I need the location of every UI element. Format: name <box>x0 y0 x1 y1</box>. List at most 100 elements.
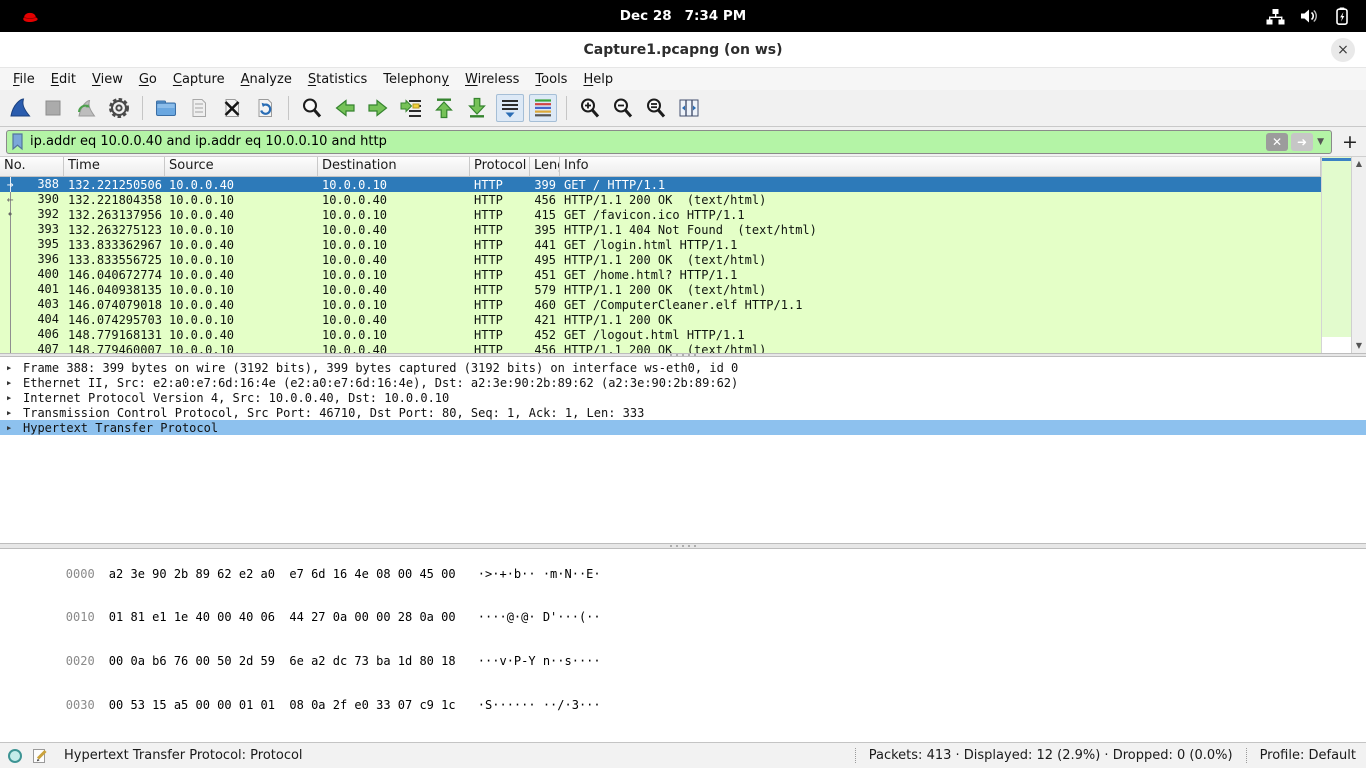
column-header[interactable]: No. <box>0 157 64 176</box>
detail-row[interactable]: ▶ Ethernet II, Src: e2:a0:e7:6d:16:4e (e… <box>0 375 1366 390</box>
column-header[interactable]: Source <box>165 157 318 176</box>
packet-row[interactable]: 404 146.074295703 10.0.0.10 10.0.0.40 HT… <box>0 312 1321 327</box>
expander-triangle-icon[interactable]: ▶ <box>7 364 20 372</box>
packet-info: GET /home.html? HTTP/1.1 <box>560 268 1321 282</box>
menu-item[interactable]: Statistics <box>300 70 375 89</box>
zoom-out-button[interactable] <box>609 94 637 122</box>
hex-ascii[interactable]: ····@·@· D'···(·· <box>478 610 601 625</box>
open-file-button[interactable] <box>152 94 180 122</box>
go-to-packet-button[interactable] <box>397 94 425 122</box>
filter-add-button[interactable]: + <box>1342 131 1358 153</box>
capture-comment-icon[interactable] <box>32 748 48 764</box>
menu-item[interactable]: File <box>5 70 43 89</box>
menu-item[interactable]: View <box>84 70 131 89</box>
scroll-up-arrow-icon[interactable]: ▲ <box>1356 157 1362 171</box>
display-filter-input[interactable]: ip.addr eq 10.0.0.40 and ip.addr eq 10.0… <box>6 130 1332 154</box>
column-header[interactable]: Protocol <box>470 157 530 176</box>
filter-dropdown-caret[interactable]: ▼ <box>1317 137 1324 147</box>
go-last-packet-button[interactable] <box>463 94 491 122</box>
window-close-button[interactable]: × <box>1331 38 1355 62</box>
hex-ascii[interactable]: ·S······ ··/·3··· <box>478 698 601 713</box>
go-first-packet-button[interactable] <box>430 94 458 122</box>
expander-triangle-icon[interactable]: ▶ <box>7 424 20 432</box>
hex-row[interactable]: 003000 53 15 a5 00 00 01 01 08 0a 2f e0 … <box>8 683 1366 727</box>
intelligent-scrollbar-minimap[interactable] <box>1321 157 1351 353</box>
hex-ascii[interactable]: ·>·+·b·· ·m·N··E· <box>478 567 601 582</box>
menu-item[interactable]: Telephony <box>375 70 457 89</box>
zoom-in-button[interactable] <box>576 94 604 122</box>
packet-row[interactable]: 396 133.833556725 10.0.0.10 10.0.0.40 HT… <box>0 252 1321 267</box>
packet-row[interactable]: →388 132.221250506 10.0.0.40 10.0.0.10 H… <box>0 177 1321 192</box>
expert-info-icon[interactable] <box>8 749 22 763</box>
expander-triangle-icon[interactable]: ▶ <box>7 394 20 402</box>
packet-row[interactable]: ←390 132.221804358 10.0.0.10 10.0.0.40 H… <box>0 192 1321 207</box>
hex-bytes[interactable]: 01 81 e1 1e 40 00 40 06 44 27 0a 00 00 2… <box>109 610 456 625</box>
hex-bytes[interactable]: a2 3e 90 2b 89 62 e2 a0 e7 6d 16 4e 08 0… <box>109 567 456 582</box>
packet-list-header: No. Time Source Destination Protocol Len… <box>0 157 1321 177</box>
menu-item[interactable]: Analyze <box>233 70 300 89</box>
save-file-button[interactable] <box>185 94 213 122</box>
column-header[interactable]: Destination <box>318 157 470 176</box>
network-icon[interactable] <box>1266 8 1285 25</box>
hex-bytes[interactable]: 00 0a b6 76 00 50 2d 59 6e a2 dc 73 ba 1… <box>109 654 456 669</box>
detail-row[interactable]: ▶ Transmission Control Protocol, Src Por… <box>0 405 1366 420</box>
packet-length: 452 <box>530 328 560 342</box>
filter-expression[interactable]: ip.addr eq 10.0.0.40 and ip.addr eq 10.0… <box>25 134 1266 149</box>
menu-item[interactable]: Help <box>575 70 621 89</box>
scroll-down-arrow-icon[interactable]: ▼ <box>1356 339 1362 353</box>
menu-item[interactable]: Go <box>131 70 165 89</box>
expander-triangle-icon[interactable]: ▶ <box>7 409 20 417</box>
hex-offset: 0020 <box>66 654 95 669</box>
hex-bytes[interactable]: 00 53 15 a5 00 00 01 01 08 0a 2f e0 33 0… <box>109 698 456 713</box>
packet-row[interactable]: 406 148.779168131 10.0.0.40 10.0.0.10 HT… <box>0 327 1321 342</box>
reload-file-button[interactable] <box>251 94 279 122</box>
battery-icon[interactable] <box>1334 7 1350 25</box>
packet-row[interactable]: •392 132.263137956 10.0.0.40 10.0.0.10 H… <box>0 207 1321 222</box>
colorize-packets-button[interactable] <box>529 94 557 122</box>
profile-selector[interactable]: Profile: Default <box>1260 748 1356 763</box>
stop-capture-button[interactable] <box>39 94 67 122</box>
capture-options-button[interactable] <box>105 94 133 122</box>
hex-row[interactable]: 001001 81 e1 1e 40 00 40 06 44 27 0a 00 … <box>8 596 1366 640</box>
column-header[interactable]: Length <box>530 157 560 176</box>
system-tray[interactable] <box>1266 7 1350 25</box>
zoom-original-button[interactable] <box>642 94 670 122</box>
auto-scroll-button[interactable] <box>496 94 524 122</box>
menu-item[interactable]: Capture <box>165 70 233 89</box>
find-packet-button[interactable] <box>298 94 326 122</box>
packet-row[interactable]: 403 146.074079018 10.0.0.40 10.0.0.10 HT… <box>0 297 1321 312</box>
detail-row[interactable]: ▶ Internet Protocol Version 4, Src: 10.0… <box>0 390 1366 405</box>
restart-capture-button[interactable] <box>72 94 100 122</box>
hex-row[interactable]: 0000a2 3e 90 2b 89 62 e2 a0 e7 6d 16 4e … <box>8 552 1366 596</box>
packet-source: 10.0.0.10 <box>165 223 318 237</box>
packet-row[interactable]: 401 146.040938135 10.0.0.10 10.0.0.40 HT… <box>0 282 1321 297</box>
hex-row[interactable]: 0040fd 4e 47 45 54 20 2f 20 48 54 54 50 … <box>8 727 1366 742</box>
column-header[interactable]: Info <box>560 157 1321 176</box>
go-back-button[interactable] <box>331 94 359 122</box>
hex-row[interactable]: 0020 00 0a b6 76 00 50 2d 59 6e a2 dc 73 … <box>8 640 1366 684</box>
packet-row[interactable]: 395 133.833362967 10.0.0.40 10.0.0.10 HT… <box>0 237 1321 252</box>
resize-columns-button[interactable] <box>675 94 703 122</box>
packet-info: GET /ComputerCleaner.elf HTTP/1.1 <box>560 298 1321 312</box>
column-header[interactable]: Time <box>64 157 165 176</box>
filter-clear-button[interactable]: ✕ <box>1266 133 1288 151</box>
packet-row[interactable]: 393 132.263275123 10.0.0.10 10.0.0.40 HT… <box>0 222 1321 237</box>
toolbar-separator <box>288 96 289 120</box>
close-file-button[interactable] <box>218 94 246 122</box>
menu-item[interactable]: Wireless <box>457 70 527 89</box>
packet-row[interactable]: 407 148.779460007 10.0.0.10 10.0.0.40 HT… <box>0 342 1321 353</box>
packet-row[interactable]: 400 146.040672774 10.0.0.40 10.0.0.10 HT… <box>0 267 1321 282</box>
packet-list-scrollbar[interactable]: ▲ ▼ <box>1351 157 1366 353</box>
go-forward-button[interactable] <box>364 94 392 122</box>
detail-row[interactable]: ▶ Frame 388: 399 bytes on wire (3192 bit… <box>0 360 1366 375</box>
expander-triangle-icon[interactable]: ▶ <box>7 379 20 387</box>
start-capture-button[interactable] <box>6 94 34 122</box>
filter-apply-button[interactable]: ➜ <box>1291 133 1313 151</box>
menu-item[interactable]: Edit <box>43 70 84 89</box>
clock[interactable]: Dec 28 7:34 PM <box>620 8 746 24</box>
volume-icon[interactable] <box>1300 8 1319 24</box>
detail-row[interactable]: ▶ Hypertext Transfer Protocol <box>0 420 1366 435</box>
hex-ascii[interactable]: ···v·P-Y n··s···· <box>478 654 601 669</box>
menu-item[interactable]: Tools <box>527 70 575 89</box>
bookmark-icon[interactable] <box>10 132 25 151</box>
